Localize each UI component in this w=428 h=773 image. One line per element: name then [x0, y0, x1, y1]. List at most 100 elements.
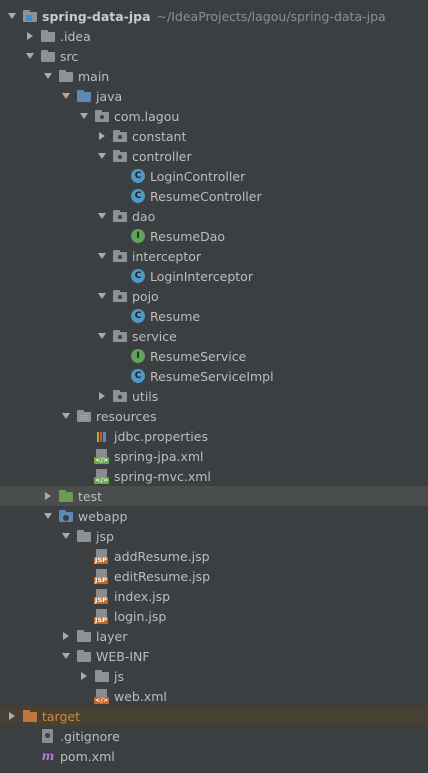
- tree-item-web-xml[interactable]: </> web.xml: [0, 686, 428, 706]
- tree-item-label: LoginInterceptor: [150, 268, 253, 284]
- tree-item-label: ResumeDao: [150, 228, 226, 244]
- class-icon: C: [130, 308, 146, 324]
- class-icon: C: [130, 168, 146, 184]
- expand-arrow-icon[interactable]: [6, 6, 18, 26]
- tree-item-webapp[interactable]: webapp: [0, 506, 428, 526]
- tree-item-interceptor[interactable]: interceptor: [0, 246, 428, 266]
- tree-item-resumecontroller[interactable]: C ResumeController: [0, 186, 428, 206]
- no-arrow-spacer: [78, 586, 90, 606]
- jsp-file-icon: JSP: [94, 588, 110, 604]
- excluded-folder-icon: [22, 708, 38, 724]
- folder-icon: [94, 668, 110, 684]
- expand-arrow-icon[interactable]: [60, 86, 72, 106]
- tree-item-label: pojo: [132, 288, 159, 304]
- collapse-arrow-icon[interactable]: [78, 666, 90, 686]
- tree-item-logincontroller[interactable]: C LoginController: [0, 166, 428, 186]
- tree-item-utils[interactable]: utils: [0, 386, 428, 406]
- tree-item-layer[interactable]: layer: [0, 626, 428, 646]
- interface-icon: I: [130, 228, 146, 244]
- tree-item-web-inf[interactable]: WEB-INF: [0, 646, 428, 666]
- tree-item-src[interactable]: src: [0, 46, 428, 66]
- expand-arrow-icon[interactable]: [78, 106, 90, 126]
- tree-item-idea[interactable]: .idea: [0, 26, 428, 46]
- expand-arrow-icon[interactable]: [60, 526, 72, 546]
- tree-item-label: ResumeController: [150, 188, 262, 204]
- no-arrow-spacer: [114, 346, 126, 366]
- tree-item-service[interactable]: service: [0, 326, 428, 346]
- collapse-arrow-icon[interactable]: [42, 486, 54, 506]
- package-icon: [94, 108, 110, 124]
- folder-icon: [58, 68, 74, 84]
- expand-arrow-icon[interactable]: [96, 206, 108, 226]
- tree-item-label: index.jsp: [114, 588, 171, 604]
- expand-arrow-icon[interactable]: [42, 506, 54, 526]
- expand-arrow-icon[interactable]: [60, 406, 72, 426]
- tree-item-editresume-jsp[interactable]: JSP editResume.jsp: [0, 566, 428, 586]
- tree-item-resumedao[interactable]: I ResumeDao: [0, 226, 428, 246]
- collapse-arrow-icon[interactable]: [96, 386, 108, 406]
- tree-item-js[interactable]: js: [0, 666, 428, 686]
- collapse-arrow-icon[interactable]: [24, 26, 36, 46]
- tree-item-spring-mvc-xml[interactable]: </> spring-mvc.xml: [0, 466, 428, 486]
- tree-item-login-jsp[interactable]: JSP login.jsp: [0, 606, 428, 626]
- tree-item-label: .idea: [60, 28, 91, 44]
- jsp-file-icon: JSP: [94, 548, 110, 564]
- expand-arrow-icon[interactable]: [24, 46, 36, 66]
- no-arrow-spacer: [24, 746, 36, 766]
- tree-item-spring-data-jpa[interactable]: spring-data-jpa ~/IdeaProjects/lagou/spri…: [0, 6, 428, 26]
- tree-item-dao[interactable]: dao: [0, 206, 428, 226]
- resources-folder-icon: [76, 408, 92, 424]
- tree-item-target[interactable]: target: [0, 706, 428, 726]
- tree-item-label: dao: [132, 208, 156, 224]
- tree-item-resume[interactable]: C Resume: [0, 306, 428, 326]
- tree-item-com-lagou[interactable]: com.lagou: [0, 106, 428, 126]
- expand-arrow-icon[interactable]: [42, 66, 54, 86]
- tree-item-constant[interactable]: constant: [0, 126, 428, 146]
- package-icon: [112, 388, 128, 404]
- tree-item-addresume-jsp[interactable]: JSP addResume.jsp: [0, 546, 428, 566]
- tree-item-label: src: [60, 48, 79, 64]
- package-icon: [112, 148, 128, 164]
- expand-arrow-icon[interactable]: [96, 286, 108, 306]
- web-folder-icon: [58, 508, 74, 524]
- tree-item-java[interactable]: java: [0, 86, 428, 106]
- collapse-arrow-icon[interactable]: [96, 126, 108, 146]
- expand-arrow-icon[interactable]: [96, 146, 108, 166]
- jsp-file-icon: JSP: [94, 568, 110, 584]
- folder-icon: [76, 528, 92, 544]
- tree-item-label: resources: [96, 408, 157, 424]
- tree-item-resumeservice[interactable]: I ResumeService: [0, 346, 428, 366]
- expand-arrow-icon[interactable]: [60, 646, 72, 666]
- package-icon: [112, 288, 128, 304]
- tree-item-logininterceptor[interactable]: C LoginInterceptor: [0, 266, 428, 286]
- tree-item-jdbc-properties[interactable]: jdbc.properties: [0, 426, 428, 446]
- tree-item-pom-xml[interactable]: m pom.xml: [0, 746, 428, 766]
- tree-item-controller[interactable]: controller: [0, 146, 428, 166]
- class-icon: C: [130, 268, 146, 284]
- tree-item-label: spring-jpa.xml: [114, 448, 204, 464]
- package-icon: [112, 208, 128, 224]
- no-arrow-spacer: [114, 166, 126, 186]
- tree-item-gitignore[interactable]: .gitignore: [0, 726, 428, 746]
- tree-item-index-jsp[interactable]: JSP index.jsp: [0, 586, 428, 606]
- web-xml-icon: </>: [94, 688, 110, 704]
- no-arrow-spacer: [78, 466, 90, 486]
- tree-item-resources[interactable]: resources: [0, 406, 428, 426]
- tree-item-label: target: [42, 708, 81, 724]
- expand-arrow-icon[interactable]: [96, 246, 108, 266]
- expand-arrow-icon[interactable]: [96, 326, 108, 346]
- spring-xml-icon: </>: [94, 468, 110, 484]
- no-arrow-spacer: [78, 446, 90, 466]
- tree-item-test[interactable]: test: [0, 486, 428, 506]
- tree-item-main[interactable]: main: [0, 66, 428, 86]
- collapse-arrow-icon[interactable]: [6, 706, 18, 726]
- tree-item-label: .gitignore: [60, 728, 120, 744]
- tree-item-label: ResumeService: [150, 348, 247, 364]
- tree-item-jsp[interactable]: jsp: [0, 526, 428, 546]
- collapse-arrow-icon[interactable]: [60, 626, 72, 646]
- no-arrow-spacer: [114, 366, 126, 386]
- no-arrow-spacer: [78, 546, 90, 566]
- tree-item-resumeserviceimpl[interactable]: C ResumeServiceImpl: [0, 366, 428, 386]
- tree-item-pojo[interactable]: pojo: [0, 286, 428, 306]
- tree-item-spring-jpa-xml[interactable]: </> spring-jpa.xml: [0, 446, 428, 466]
